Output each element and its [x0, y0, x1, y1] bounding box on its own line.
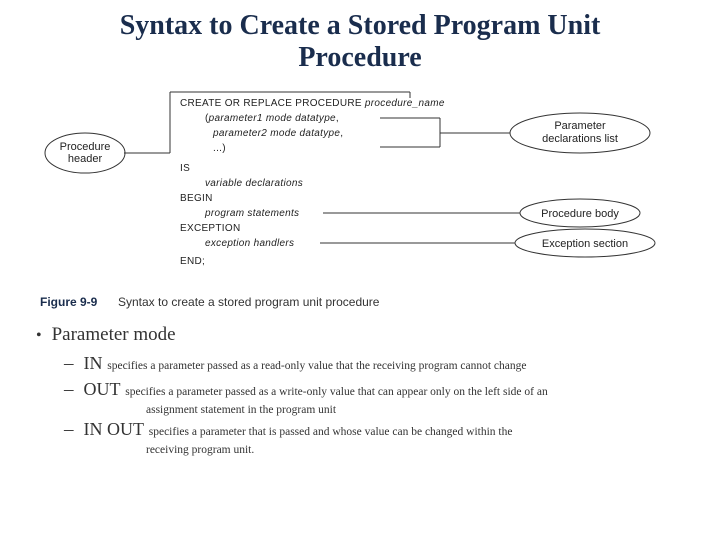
title-line-2: Procedure — [298, 42, 421, 73]
bullet-in: – IN specifies a parameter passed as a r… — [64, 352, 690, 376]
bullet-dot-icon: • — [36, 327, 42, 345]
dash-icon: – — [64, 378, 74, 402]
desc-out: specifies a parameter passed as a write-… — [125, 386, 547, 398]
label-exception-section: Exception section — [542, 238, 628, 250]
code-l1: CREATE OR REPLACE PROCEDURE procedure_na… — [180, 98, 445, 109]
label-procedure-header-1: Procedure — [60, 141, 111, 153]
code-l11: END; — [180, 256, 205, 267]
desc-in: specifies a parameter passed as a read-o… — [107, 360, 526, 372]
bullet-text: Parameter mode — [52, 324, 176, 346]
figure-wrap: Procedure header CREATE OR REPLACE PROCE… — [30, 82, 690, 324]
code-l4: ...) — [213, 143, 226, 154]
label-procedure-header-2: header — [68, 153, 103, 165]
figure-caption-text: Syntax to create a stored program unit p… — [118, 295, 380, 309]
code-l5: IS — [180, 163, 190, 174]
figure-caption-label: Figure 9-9 — [40, 295, 98, 309]
syntax-diagram: Procedure header CREATE OR REPLACE PROCE… — [30, 88, 690, 318]
bullet-parameter-mode: • Parameter mode — [36, 324, 690, 346]
code-l3: parameter2 mode datatype, — [212, 128, 343, 139]
bullet-list: • Parameter mode – IN specifies a parame… — [30, 324, 690, 455]
label-param-list-2: declarations list — [542, 133, 618, 145]
bullet-inout: – IN OUT specifies a parameter that is p… — [64, 418, 690, 442]
desc-inout: specifies a parameter that is passed and… — [149, 426, 513, 438]
code-l10: exception handlers — [205, 238, 294, 249]
bullet-out: – OUT specifies a parameter passed as a … — [64, 378, 690, 402]
label-param-list-1: Parameter — [554, 120, 606, 132]
kw-in: IN — [84, 353, 103, 373]
label-procedure-body: Procedure body — [541, 208, 619, 220]
desc-inout-cont: receiving program unit. — [146, 444, 690, 456]
slide-title: Syntax to Create a Stored Program Unit P… — [30, 10, 690, 74]
dash-icon: – — [64, 352, 74, 376]
code-l7: BEGIN — [180, 193, 213, 204]
dash-icon: – — [64, 418, 74, 442]
code-l9: EXCEPTION — [180, 223, 241, 234]
code-l6: variable declarations — [205, 178, 303, 189]
code-l8: program statements — [204, 208, 299, 219]
slide: Syntax to Create a Stored Program Unit P… — [0, 0, 720, 540]
kw-out: OUT — [84, 379, 121, 399]
desc-out-cont: assignment statement in the program unit — [146, 404, 690, 416]
kw-inout: IN OUT — [84, 419, 145, 439]
code-l2: (parameter1 mode datatype, — [205, 113, 339, 124]
title-line-1: Syntax to Create a Stored Program Unit — [120, 10, 601, 41]
